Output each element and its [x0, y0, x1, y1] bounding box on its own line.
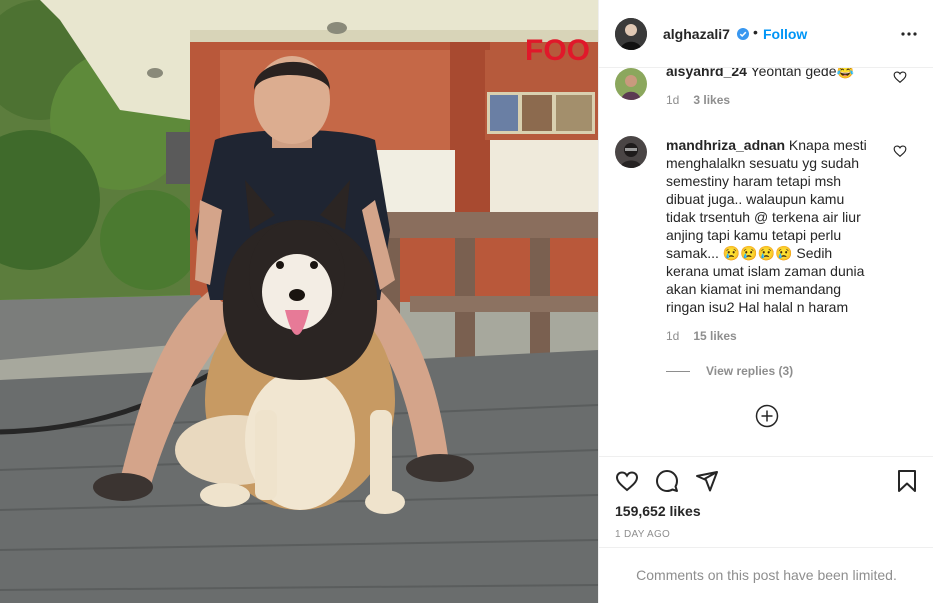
commenter-avatar[interactable] [615, 68, 647, 100]
comment-text: Yeontan gede😂 [750, 68, 854, 79]
comment-content: aisyahrd_24 Yeontan gede😂 [666, 68, 876, 80]
comment-likes[interactable]: 15 likes [693, 329, 736, 343]
author-avatar[interactable] [615, 18, 647, 50]
comment-age: 1d [666, 329, 680, 343]
post-timestamp[interactable]: 1 DAY AGO [615, 529, 670, 540]
comment-text: Knapa mesti menghalalkn sesuatu yg sudah… [666, 137, 867, 315]
load-more-comments-plus-icon[interactable] [755, 404, 779, 428]
comment-like-heart-icon[interactable] [893, 144, 907, 158]
comment-meta: 1d 3 likes [666, 93, 730, 107]
commenter-avatar[interactable] [615, 136, 647, 168]
post-sidebar: alghazali7 • Follow aisyahrd_24 Yeontan … [598, 0, 933, 603]
comment-bubble-icon[interactable] [655, 469, 679, 493]
view-replies-button[interactable]: View replies (3) [666, 364, 793, 378]
view-replies-label: View replies (3) [706, 364, 794, 378]
comment-username[interactable]: mandhriza_adnan [666, 137, 785, 153]
save-bookmark-icon[interactable] [895, 469, 919, 493]
more-options-icon[interactable] [899, 26, 919, 42]
comment-like-heart-icon[interactable] [893, 70, 907, 84]
verified-badge-icon [737, 28, 749, 40]
comments-limited-notice: Comments on this post have been limited. [599, 547, 933, 603]
post-photo[interactable]: FOO [0, 0, 598, 603]
author-username[interactable]: alghazali7 [663, 26, 730, 42]
comment-likes[interactable]: 3 likes [693, 93, 730, 107]
sign-text: FOO [525, 34, 590, 67]
post-header: alghazali7 • Follow [599, 0, 933, 68]
header-separator: • [753, 24, 758, 40]
follow-button[interactable]: Follow [763, 26, 807, 42]
comment-username[interactable]: aisyahrd_24 [666, 68, 747, 79]
likes-count[interactable]: 159,652 likes [615, 503, 701, 519]
comments-list[interactable]: aisyahrd_24 Yeontan gede😂 1d 3 likes man… [599, 68, 933, 456]
replies-divider-line [666, 371, 690, 373]
comment-meta: 1d 15 likes [666, 329, 737, 343]
share-paper-plane-icon[interactable] [695, 469, 719, 493]
dog-photo-illustration: FOO [0, 0, 598, 603]
like-heart-icon[interactable] [615, 469, 639, 493]
comment-age: 1d [666, 93, 680, 107]
post-actions: 159,652 likes 1 DAY AGO [599, 456, 933, 547]
comment-content: mandhriza_adnan Knapa mesti menghalalkn … [666, 136, 876, 316]
